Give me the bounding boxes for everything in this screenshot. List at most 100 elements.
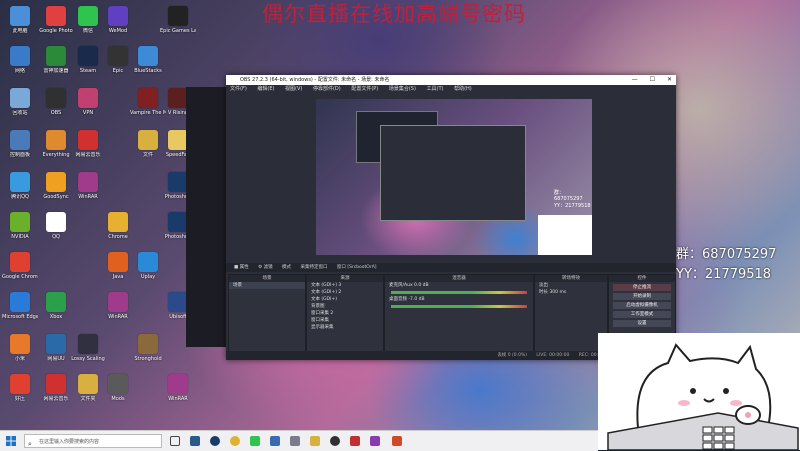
menu-profile[interactable]: 配置文件(P): [351, 86, 378, 92]
taskbar-app-icon[interactable]: [290, 436, 300, 446]
source-item[interactable]: 文本 (GDI+) 2: [307, 289, 383, 296]
studio-mode-button[interactable]: 工作室模式: [613, 311, 671, 318]
taskbar: ⌕ 在这里输入你要搜索的内容: [0, 430, 598, 451]
desktop-icon[interactable]: WeMod: [100, 6, 136, 46]
wechat-icon[interactable]: [250, 436, 260, 446]
scene-item[interactable]: 场景: [229, 282, 305, 289]
desktop-icon[interactable]: VPN: [70, 88, 106, 128]
transitions-header: 转场特效: [535, 275, 607, 282]
steam-icon[interactable]: [210, 436, 220, 446]
app-icon: [78, 88, 98, 108]
menu-file[interactable]: 文件(F): [230, 86, 247, 92]
desktop-icon[interactable]: 网络: [2, 46, 38, 86]
desktop-icon[interactable]: Uplay: [130, 252, 166, 292]
search-placeholder: 在这里输入你要搜索的内容: [39, 439, 100, 445]
desktop-icon[interactable]: WinRAR: [160, 374, 196, 414]
desktop-icon-label: Stronghold: [134, 356, 162, 362]
desktop-icon[interactable]: Xbox: [38, 292, 74, 332]
source-item[interactable]: 窗口采集 2: [307, 310, 383, 317]
desktop-icon[interactable]: 此电脑: [2, 6, 38, 46]
obs-preview[interactable]: 群：687075297 YY：21779518: [316, 99, 592, 255]
desktop-icon[interactable]: Chrome: [100, 212, 136, 252]
desktop-icon[interactable]: OBS: [38, 88, 74, 128]
obs-window[interactable]: OBS 27.2.3 (64-bit, windows) - 配置文件: 未命名…: [226, 75, 676, 360]
desktop-icon[interactable]: Lossy Scaling: [70, 334, 106, 374]
menu-edit[interactable]: 编辑(E): [257, 86, 274, 92]
app-icon: [46, 172, 66, 192]
windows-start-icon[interactable]: [6, 436, 16, 446]
desktop-icon[interactable]: 网易云音乐: [70, 130, 106, 170]
source-item[interactable]: 文本 (GDI+) 3: [307, 282, 383, 289]
task-view-icon[interactable]: [170, 436, 180, 446]
source-item[interactable]: 背景图: [307, 303, 383, 310]
taskbar-app-icon[interactable]: [350, 436, 360, 446]
desktop-icon[interactable]: 小米: [2, 334, 38, 374]
sources-header: 来源: [307, 275, 383, 282]
menu-scene-collection[interactable]: 场景集合(S): [389, 86, 416, 92]
mode-select[interactable]: 采集特定窗口: [300, 265, 327, 270]
properties-button[interactable]: ■ 属性: [234, 265, 249, 270]
window-select[interactable]: 窗口 [SrcbootOrA]: [337, 265, 377, 270]
scenes-dock: 场景 场景: [228, 274, 306, 354]
desktop-icon[interactable]: Google Chrome: [2, 252, 38, 292]
source-item[interactable]: 窗口采集: [307, 317, 383, 324]
close-icon[interactable]: ✕: [667, 76, 672, 83]
minimize-icon[interactable]: —: [632, 76, 638, 83]
app-icon: [108, 252, 128, 272]
desktop-icon-label: 小米: [14, 356, 25, 362]
preview-text: 群：687075297 YY：21779518: [554, 190, 591, 209]
desktop-icon[interactable]: Stronghold: [130, 334, 166, 374]
source-item[interactable]: 文本 (GDI+): [307, 296, 383, 303]
obs-titlebar[interactable]: OBS 27.2.3 (64-bit, windows) - 配置文件: 未命名…: [226, 75, 676, 85]
virtual-camera-button[interactable]: 启动虚拟摄像机: [613, 302, 671, 309]
menu-help[interactable]: 帮助(H): [454, 86, 472, 92]
source-item[interactable]: 显示器采集: [307, 324, 383, 331]
desktop-icon[interactable]: Microsoft Edge: [2, 292, 38, 332]
desktop-icon[interactable]: Everything: [38, 130, 74, 170]
desktop-icon[interactable]: WinRAR: [70, 172, 106, 212]
desktop-icon[interactable]: 网易UU: [38, 334, 74, 374]
app-icon: [78, 130, 98, 150]
maximize-icon[interactable]: ☐: [650, 76, 655, 83]
obs-icon[interactable]: [330, 436, 340, 446]
taskbar-app-icon[interactable]: [190, 436, 200, 446]
desktop-icon[interactable]: WinRAR: [100, 292, 136, 332]
chrome-icon[interactable]: [230, 436, 240, 446]
desktop-icon[interactable]: Google Photo: [38, 6, 74, 46]
taskbar-app-icon[interactable]: [392, 436, 402, 446]
file-explorer-icon[interactable]: [310, 436, 320, 446]
transition-select[interactable]: 淡出: [535, 282, 607, 289]
menu-docks[interactable]: 停靠部件(D): [313, 86, 341, 92]
menu-view[interactable]: 视图(V): [285, 86, 302, 92]
desktop-icon[interactable]: 网易云音乐: [38, 374, 74, 414]
stop-streaming-button[interactable]: 停止推流: [613, 284, 671, 291]
mixer-dock: 混音器 麦克风/Aux 0.0 dB 桌面音频 -7.0 dB: [384, 274, 534, 354]
transition-duration[interactable]: 时长 300 ms: [535, 289, 607, 296]
start-recording-button[interactable]: 开始录制: [613, 293, 671, 300]
desktop-icon[interactable]: Mods: [100, 374, 136, 414]
desktop-icon[interactable]: Epic Games Launcher: [160, 6, 196, 46]
menu-tools[interactable]: 工具(T): [427, 86, 444, 92]
mixer-channel-label: 麦克风/Aux 0.0 dB: [389, 283, 429, 288]
desktop-icon-label: NVIDIA: [11, 234, 29, 240]
desktop-icon[interactable]: BlueStacks: [130, 46, 166, 86]
settings-button[interactable]: 设置: [613, 320, 671, 327]
desktop-icon-label: 网易云音乐: [75, 152, 101, 158]
desktop-icon-label: 回收站: [12, 110, 28, 116]
desktop-icon[interactable]: NVIDIA: [2, 212, 38, 252]
desktop-icon[interactable]: 好压: [2, 374, 38, 414]
desktop-icon[interactable]: 雷神加速器: [38, 46, 74, 86]
desktop-icon[interactable]: 腾讯QQ: [2, 172, 38, 212]
desktop-icon[interactable]: GoodSync: [38, 172, 74, 212]
desktop-icon[interactable]: 控制面板: [2, 130, 38, 170]
app-icon: [78, 374, 98, 394]
app-icon: [168, 374, 188, 394]
taskbar-app-icon[interactable]: [370, 436, 380, 446]
taskbar-app-icon[interactable]: [270, 436, 280, 446]
taskbar-search-box[interactable]: ⌕ 在这里输入你要搜索的内容: [24, 434, 162, 448]
app-icon: [138, 252, 158, 272]
desktop-icon[interactable]: QQ: [38, 212, 74, 252]
desktop-icon-label: Xbox: [49, 314, 63, 320]
filters-button[interactable]: ⚙ 滤镜: [258, 265, 272, 270]
desktop-icon[interactable]: 回收站: [2, 88, 38, 128]
